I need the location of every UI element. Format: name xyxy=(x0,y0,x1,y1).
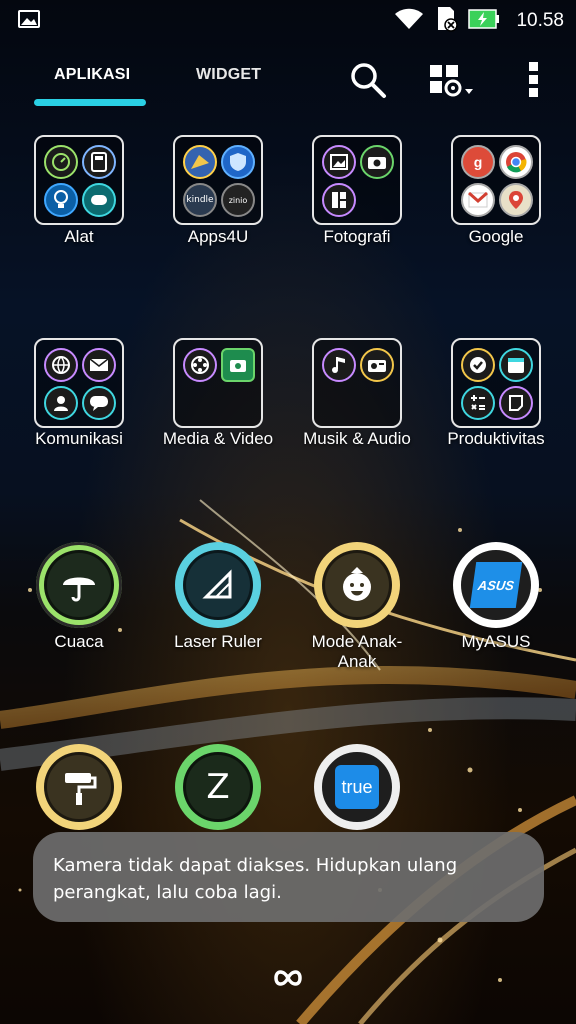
app-label-myasus: MyASUS xyxy=(461,632,531,651)
kindle-icon: kindle xyxy=(183,183,217,217)
zenui-z-icon: Z xyxy=(183,752,253,822)
app-myasus[interactable]: ASUS xyxy=(453,542,539,628)
gmail-icon xyxy=(461,183,495,217)
app-zenui[interactable]: Z xyxy=(175,744,261,830)
settings-grid-icon[interactable] xyxy=(424,58,480,102)
app-truecaller[interactable]: true xyxy=(314,744,400,830)
folder-label-produktivitas: Produktivitas xyxy=(447,429,545,448)
camera-icon xyxy=(360,145,394,179)
folder-fotografi[interactable] xyxy=(312,135,402,225)
kid-face-icon xyxy=(322,550,392,620)
music-note-icon xyxy=(322,348,356,382)
ruler-icon xyxy=(183,550,253,620)
folder-label-alat: Alat xyxy=(64,227,94,246)
gallery-icon xyxy=(322,145,356,179)
app-paint-roller[interactable] xyxy=(36,744,122,830)
battery-charging-icon xyxy=(468,8,500,34)
app-label-mode-anak-anak: Mode Anak- Anak xyxy=(311,632,403,671)
folder-produktivitas[interactable] xyxy=(451,338,541,428)
notes-icon xyxy=(499,386,533,420)
chrome-icon xyxy=(499,145,533,179)
app-drawer-toolbar: APLIKASI WIDGET xyxy=(0,48,576,114)
folder-google[interactable]: g xyxy=(451,135,541,225)
calendar-icon xyxy=(499,348,533,382)
infinity-icon[interactable] xyxy=(272,966,304,994)
contacts-icon xyxy=(44,386,78,420)
film-reel-icon xyxy=(183,348,217,382)
shield-icon xyxy=(221,145,255,179)
tab-widget[interactable]: WIDGET xyxy=(196,66,261,84)
do-it-later-icon xyxy=(461,348,495,382)
folder-alat[interactable] xyxy=(34,135,124,225)
search-icon[interactable] xyxy=(346,58,390,102)
truecaller-icon: true xyxy=(322,752,392,822)
umbrella-icon xyxy=(44,550,114,620)
browser-icon xyxy=(44,348,78,382)
folder-apps4u[interactable]: kindle zinio xyxy=(173,135,263,225)
image-notification-icon xyxy=(18,10,40,32)
folder-musik-audio[interactable] xyxy=(312,338,402,428)
app-laser-ruler[interactable] xyxy=(175,542,261,628)
folder-label-fotografi: Fotografi xyxy=(323,227,391,246)
app-cuaca[interactable] xyxy=(36,542,122,628)
boost-icon xyxy=(183,145,217,179)
radio-icon xyxy=(360,348,394,382)
folder-label-komunikasi: Komunikasi xyxy=(35,429,123,448)
folder-label-apps4u: Apps4U xyxy=(187,227,249,246)
lightbulb-icon xyxy=(44,183,78,217)
clock: 10.58 xyxy=(516,10,564,31)
cleaner-icon xyxy=(82,183,116,217)
maps-icon xyxy=(499,183,533,217)
folder-label-musik-audio: Musik & Audio xyxy=(303,429,411,448)
asus-logo-icon: ASUS xyxy=(461,550,531,620)
more-vert-icon[interactable] xyxy=(512,58,556,102)
tab-aplikasi[interactable]: APLIKASI xyxy=(54,66,130,84)
speedometer-icon xyxy=(44,145,78,179)
active-tab-indicator xyxy=(34,99,146,106)
folder-media-video[interactable] xyxy=(173,338,263,428)
messages-icon xyxy=(82,386,116,420)
calculator-icon xyxy=(82,145,116,179)
app-label-laser-ruler: Laser Ruler xyxy=(174,632,262,651)
calculator-icon xyxy=(461,386,495,420)
email-icon xyxy=(82,348,116,382)
google-plus-icon: g xyxy=(461,145,495,179)
app-mode-anak-anak[interactable] xyxy=(314,542,400,628)
toast-message: Kamera tidak dapat diakses. Hidupkan ula… xyxy=(33,832,544,922)
camera-video-icon xyxy=(221,348,255,382)
folder-label-google: Google xyxy=(468,227,524,246)
folder-label-media-video: Media & Video xyxy=(162,429,274,448)
sd-card-icon xyxy=(434,6,459,36)
status-bar: 10.58 xyxy=(0,0,576,40)
app-label-cuaca: Cuaca xyxy=(54,632,104,651)
paint-roller-icon xyxy=(44,752,114,822)
wifi-icon xyxy=(394,7,424,35)
photo-collage-icon xyxy=(322,183,356,217)
folder-komunikasi[interactable] xyxy=(34,338,124,428)
zinio-icon: zinio xyxy=(221,183,255,217)
